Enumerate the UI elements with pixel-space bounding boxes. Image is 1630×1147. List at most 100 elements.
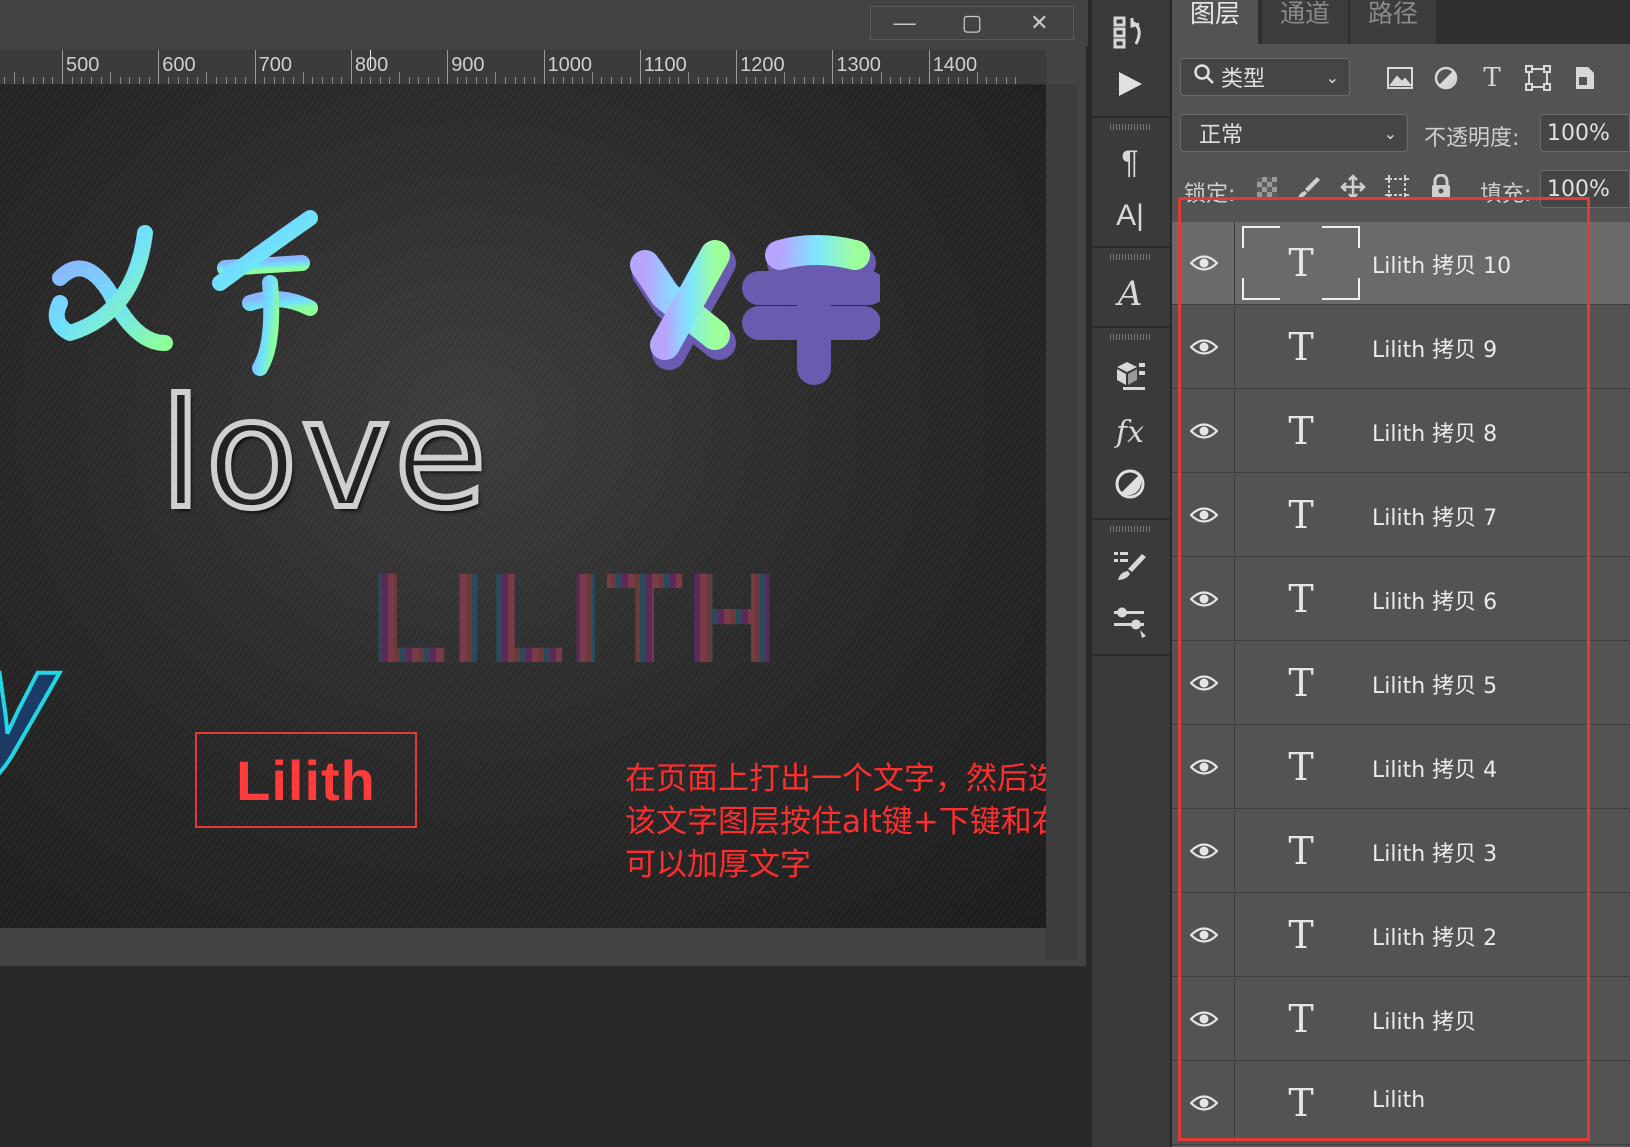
layer-row[interactable]: T Lilith 拷贝 10 bbox=[1172, 222, 1630, 305]
ruler-major-tick bbox=[639, 50, 641, 84]
selected-text-layer-box[interactable]: Lilith bbox=[195, 732, 417, 828]
restore-button[interactable]: ▢ bbox=[938, 7, 1005, 39]
ruler-major-tick bbox=[832, 50, 834, 84]
text-layer-thumbnail-icon[interactable]: T bbox=[1242, 310, 1360, 384]
visibility-eye-icon[interactable] bbox=[1186, 752, 1222, 782]
layer-row[interactable]: T Lilith 拷贝 9 bbox=[1172, 306, 1630, 389]
layer-name[interactable]: Lilith 拷贝 bbox=[1372, 1004, 1476, 1036]
layer-name[interactable]: Lilith 拷贝 5 bbox=[1372, 668, 1497, 700]
ruler-label: 600 bbox=[162, 54, 196, 76]
filter-shape-icon[interactable] bbox=[1522, 62, 1554, 94]
horizontal-scrollbar[interactable] bbox=[0, 928, 1046, 960]
text-layer-thumbnail-icon[interactable]: T bbox=[1242, 814, 1360, 888]
layer-name[interactable]: Lilith 拷贝 6 bbox=[1372, 584, 1497, 616]
text-layer-thumbnail-icon[interactable]: T bbox=[1242, 730, 1360, 804]
visibility-eye-icon[interactable] bbox=[1186, 248, 1222, 278]
visibility-eye-icon[interactable] bbox=[1186, 1004, 1222, 1034]
text-layer-thumbnail-icon[interactable]: T bbox=[1242, 562, 1360, 636]
opacity-input[interactable]: 100% bbox=[1540, 114, 1630, 152]
layer-name[interactable]: Lilith 拷贝 4 bbox=[1372, 752, 1497, 784]
glyphs-icon[interactable]: A bbox=[1108, 272, 1152, 316]
text-layer-glyph: T bbox=[1288, 493, 1314, 537]
visibility-eye-icon[interactable] bbox=[1186, 1088, 1222, 1118]
lock-pixels-brush-icon[interactable] bbox=[1294, 172, 1324, 202]
document-title-bar[interactable]: — ▢ ✕ bbox=[0, 0, 1088, 46]
filter-smart-object-icon[interactable] bbox=[1568, 62, 1600, 94]
tab-channels[interactable]: 通道 bbox=[1262, 0, 1349, 44]
lock-all-icon[interactable] bbox=[1426, 172, 1456, 202]
filter-adjustment-icon[interactable] bbox=[1430, 62, 1462, 94]
blend-mode-select[interactable]: 正常 ⌄ bbox=[1180, 114, 1408, 152]
text-layer-thumbnail-icon[interactable]: T bbox=[1242, 1066, 1360, 1140]
layer-row[interactable]: T Lilith bbox=[1172, 1062, 1630, 1145]
document-canvas[interactable]: love LILITH y Lilith 在页面上打出一个文字，然后选择该文字图… bbox=[0, 85, 1046, 928]
window-controls: — ▢ ✕ bbox=[870, 6, 1074, 40]
text-layer-thumbnail-icon[interactable]: T bbox=[1242, 982, 1360, 1056]
lock-position-move-icon[interactable] bbox=[1338, 172, 1368, 202]
layer-name[interactable]: Lilith 拷贝 10 bbox=[1372, 248, 1511, 280]
layer-filter-select[interactable]: 类型 ⌄ bbox=[1180, 58, 1350, 96]
chevron-down-icon: ⌄ bbox=[1325, 67, 1339, 87]
visibility-eye-icon[interactable] bbox=[1186, 836, 1222, 866]
filter-pixel-icon[interactable] bbox=[1384, 62, 1416, 94]
fill-label: 填充: bbox=[1480, 182, 1532, 207]
layer-name[interactable]: Lilith 拷贝 7 bbox=[1372, 500, 1497, 532]
layers-panel: 图层 通道 路径 类型 ⌄ T 正常 ⌄ 不透明度: 100% 锁定: 填充: … bbox=[1172, 0, 1630, 1147]
bubble-text-art bbox=[630, 235, 880, 385]
fill-value: 100% bbox=[1547, 176, 1610, 202]
visibility-eye-icon[interactable] bbox=[1186, 584, 1222, 614]
ruler-label: 900 bbox=[451, 54, 485, 76]
minimize-button[interactable]: — bbox=[871, 7, 938, 39]
text-layer-thumbnail-icon[interactable]: T bbox=[1242, 898, 1360, 972]
fx-icon[interactable]: fx bbox=[1108, 410, 1152, 454]
visibility-eye-icon[interactable] bbox=[1186, 920, 1222, 950]
lock-artboard-icon[interactable] bbox=[1382, 172, 1412, 202]
adjustments-icon[interactable] bbox=[1108, 462, 1152, 506]
ruler-label: 500 bbox=[66, 54, 100, 76]
ruler-major-tick bbox=[158, 50, 160, 84]
layer-row[interactable]: T Lilith 拷贝 bbox=[1172, 978, 1630, 1061]
visibility-eye-icon[interactable] bbox=[1186, 416, 1222, 446]
layer-name[interactable]: Lilith 拷贝 8 bbox=[1372, 416, 1497, 448]
fill-input[interactable]: 100% bbox=[1540, 170, 1630, 208]
layer-row[interactable]: T Lilith 拷贝 8 bbox=[1172, 390, 1630, 473]
jewel-lilith-text-art: LILITH bbox=[370, 547, 781, 690]
visibility-eye-icon[interactable] bbox=[1186, 500, 1222, 530]
vertical-scrollbar[interactable] bbox=[1046, 84, 1078, 960]
visibility-eye-icon[interactable] bbox=[1186, 668, 1222, 698]
layer-name[interactable]: Lilith 拷贝 2 bbox=[1372, 920, 1497, 952]
layer-row[interactable]: T Lilith 拷贝 4 bbox=[1172, 726, 1630, 809]
properties-icon[interactable] bbox=[1108, 600, 1152, 644]
tab-paths[interactable]: 路径 bbox=[1350, 0, 1437, 44]
layer-row[interactable]: T Lilith 拷贝 6 bbox=[1172, 558, 1630, 641]
layer-row[interactable]: T Lilith 拷贝 3 bbox=[1172, 810, 1630, 893]
text-layer-thumbnail-icon[interactable]: T bbox=[1242, 226, 1360, 300]
play-icon[interactable] bbox=[1108, 62, 1152, 106]
brush-settings-icon[interactable] bbox=[1108, 544, 1152, 588]
lock-transparency-icon[interactable] bbox=[1252, 172, 1282, 202]
close-button[interactable]: ✕ bbox=[1006, 7, 1073, 39]
history-icon[interactable] bbox=[1108, 10, 1152, 54]
layer-name[interactable]: Lilith 拷贝 9 bbox=[1372, 332, 1497, 364]
ruler-major-tick bbox=[543, 50, 545, 84]
layer-row[interactable]: T Lilith 拷贝 2 bbox=[1172, 894, 1630, 977]
ruler-label: 1200 bbox=[740, 54, 785, 76]
tab-layers[interactable]: 图层 bbox=[1172, 0, 1259, 44]
paragraph-icon[interactable]: ¶ bbox=[1108, 140, 1152, 184]
text-layer-thumbnail-icon[interactable]: T bbox=[1242, 478, 1360, 552]
text-layer-thumbnail-icon[interactable]: T bbox=[1242, 394, 1360, 468]
layer-name[interactable]: Lilith 拷贝 3 bbox=[1372, 836, 1497, 868]
layer-row[interactable]: T Lilith 拷贝 7 bbox=[1172, 474, 1630, 557]
text-layer-thumbnail-icon[interactable]: T bbox=[1242, 646, 1360, 720]
3d-icon[interactable] bbox=[1108, 352, 1152, 396]
opacity-value: 100% bbox=[1547, 120, 1610, 146]
ruler-major-tick bbox=[254, 50, 256, 84]
horizontal-ruler[interactable]: 500 600 700 800 900 1000 1100 1200 1300 1400 bbox=[0, 50, 1046, 85]
layer-name[interactable]: Lilith bbox=[1372, 1088, 1425, 1113]
character-icon[interactable]: A| bbox=[1108, 194, 1152, 238]
visibility-eye-icon[interactable] bbox=[1186, 332, 1222, 362]
text-layer-glyph: T bbox=[1288, 241, 1314, 285]
partial-y-text-art: y bbox=[0, 623, 55, 777]
layer-row[interactable]: T Lilith 拷贝 5 bbox=[1172, 642, 1630, 725]
filter-type-icon[interactable]: T bbox=[1476, 62, 1508, 94]
